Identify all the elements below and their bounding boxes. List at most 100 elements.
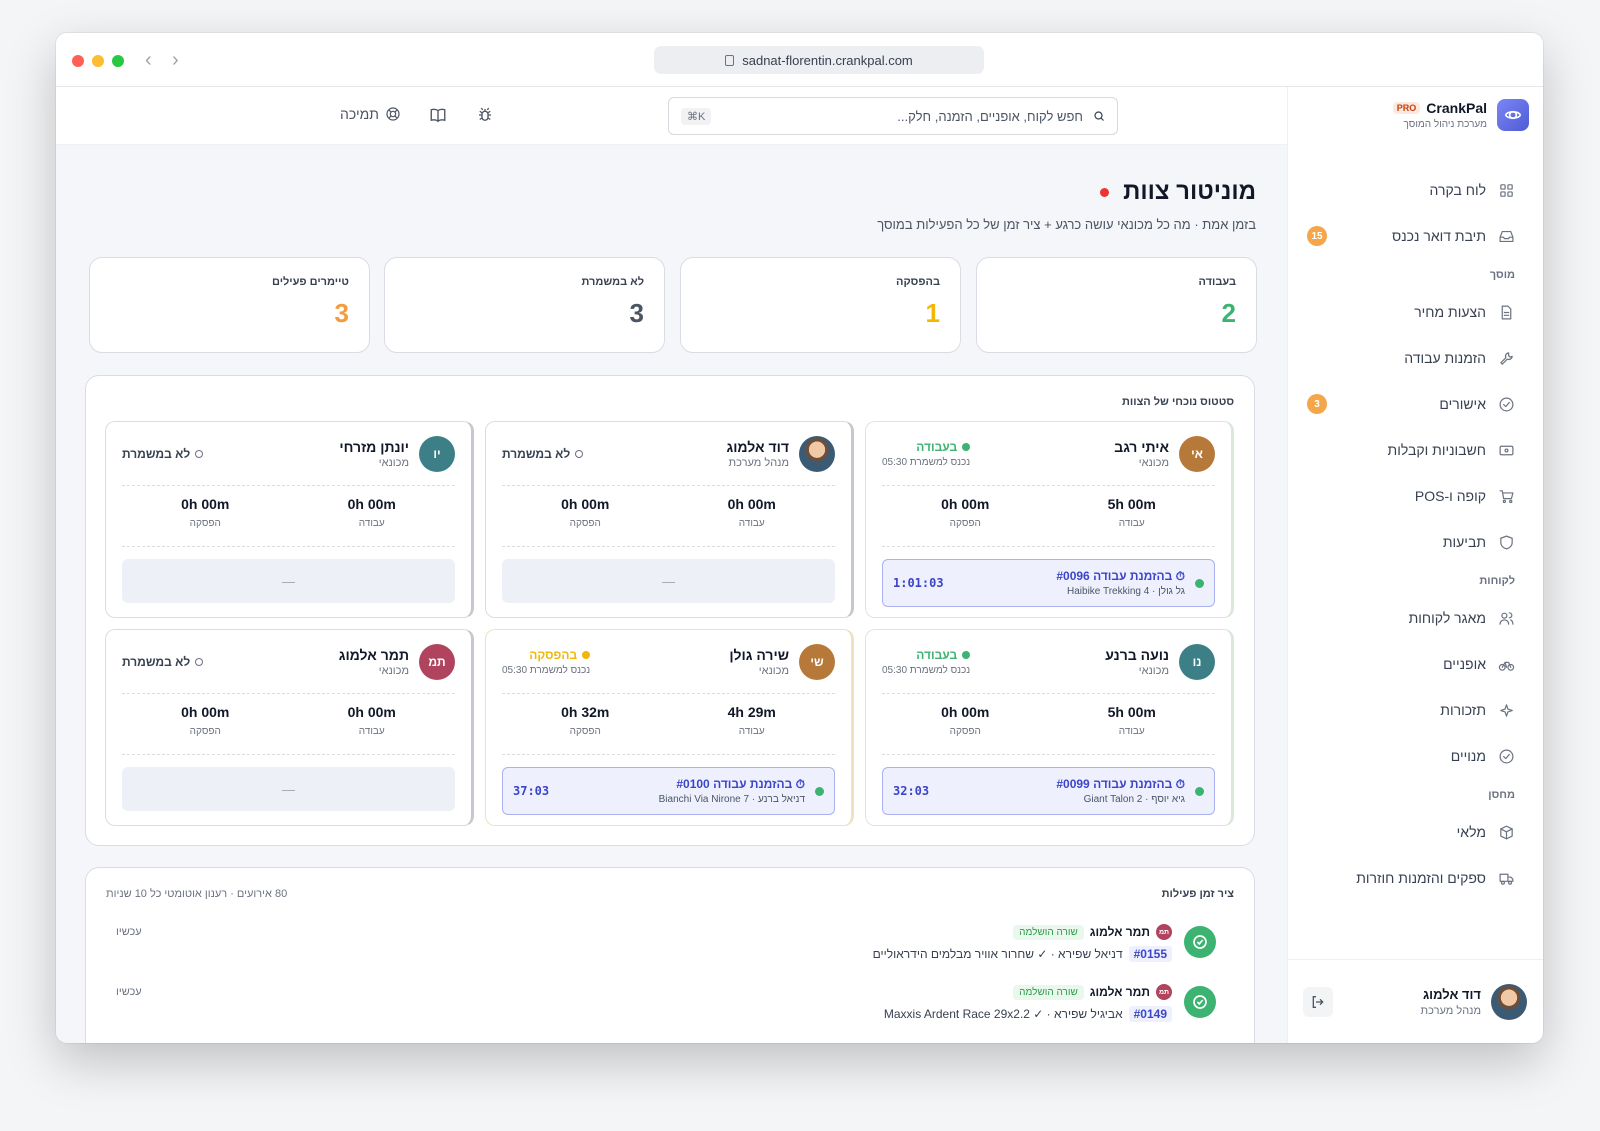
crew-name: יונתן מזרחי [339,439,409,455]
logout-button[interactable] [1303,987,1333,1017]
crew-role: מנהל מערכת [728,457,789,469]
page-title: מוניטור צוות [1123,178,1256,205]
sidebar-item[interactable]: תיבת דואר נכנס 15 [1287,213,1543,259]
break-label: הפסקה [189,518,221,529]
brand[interactable]: CrankPal PRO מערכת ניהול המוסך [1392,99,1529,131]
timeline-event[interactable]: תמ תמר אלמוג שורה הושלמה #0155 דניאל שפירא ·… [116,924,1216,976]
timer-running-icon [1195,786,1204,796]
check-circle-icon [1499,749,1514,763]
timeline-event[interactable]: תמ תמר אלמוג שורה הושלמה #0149 אביגיל שפירא … [116,984,1216,1036]
minimize-window-button[interactable] [92,55,104,67]
sidebar-item-label: אופניים [1443,656,1486,672]
timer-icon: ⏱ [1172,569,1185,583]
sidebar-item-label: ספקים והזמנות חוזרות [1356,870,1486,886]
crew-name: שירה גולן [729,647,789,663]
crew-role: מכונאי [1138,457,1169,469]
status-badge: לא במשמרת [122,655,191,669]
user-profile[interactable]: דוד אלמוג מנהל מערכת [1287,959,1543,1043]
sidebar: CrankPal PRO מערכת ניהול המוסך לוח בקרה תי… [1287,87,1543,1043]
sidebar-item-label: הזמנות עבודה [1404,350,1486,366]
pro-badge: PRO [1392,102,1421,114]
page-subtitle: בזמן אמת · מה כל מכונאי עושה כרגע + ציר … [877,217,1256,232]
search-input[interactable]: חפש לקוח, אופניים, הזמנה, חלק... ⌘K [668,97,1118,135]
active-job[interactable]: ⏱ בהזמנת עבודה #0099 גיא יוסף · Giant Tal… [882,767,1215,815]
stat-value: 1 [925,298,940,328]
no-job-placeholder: — [122,559,455,603]
stat-value: 2 [1221,298,1236,328]
status-dot-icon [195,450,204,458]
sidebar-item[interactable]: אופניים [1287,641,1543,687]
sidebar-item[interactable]: מנויים [1287,733,1543,779]
sidebar-item-label: תזכורות [1440,702,1486,718]
sidebar-item[interactable]: תביעות [1287,519,1543,565]
break-time: 0h 00m [181,704,230,720]
panel-title: סטטוס נוכחי של הצוות [1122,396,1234,408]
timer-icon: ⏱ [1172,777,1185,791]
sidebar-item[interactable]: הצעות מחיר [1287,289,1543,335]
status-badge: לא במשמרת [122,447,191,461]
work-order-link[interactable]: #0155 [1128,946,1172,962]
book-icon [430,108,446,123]
work-label: עבודה [738,518,765,529]
address-bar[interactable]: sadnat-florentin.crankpal.com [654,46,984,74]
sidebar-item[interactable]: הזמנות עבודה [1287,335,1543,381]
status-badge: בהפסקה [529,648,578,662]
timer-icon: ⏱ [792,777,805,791]
sidebar-item[interactable]: מלאי [1287,809,1543,855]
timeline-meta: 80 אירועים · רענון אוטומטי כל 10 שניות [106,888,288,900]
brand-subtitle: מערכת ניהול המוסך [1403,119,1487,130]
sidebar-item[interactable]: אישורים 3 [1287,381,1543,427]
active-job[interactable]: ⏱ בהזמנת עבודה #0096 גל גולן · Haibike Tr… [882,559,1215,607]
work-order-link[interactable]: #0149 [1128,1006,1172,1022]
no-job-placeholder: — [122,767,455,811]
break-time: 0h 00m [941,704,990,720]
live-indicator-icon [1100,187,1110,197]
logout-icon [1312,996,1324,1008]
stat-label: טיימרים פעילים [272,276,349,288]
sidebar-item[interactable]: לוח בקרה [1287,167,1543,213]
break-label: הפסקה [569,726,601,737]
timer-running-icon [815,786,824,796]
forward-icon[interactable]: › [172,50,179,70]
avatar [1491,983,1527,1020]
stat-card-break: בהפסקה 1 [680,257,961,353]
stat-card-working: בעבודה 2 [976,257,1257,353]
nav-section-label: מחסן [1488,789,1515,801]
back-icon[interactable]: ‹ [145,50,152,70]
job-timer: 1:01:03 [893,576,944,590]
close-window-button[interactable] [72,55,84,67]
maximize-window-button[interactable] [112,55,124,67]
sidebar-item[interactable]: ספקים והזמנות חוזרות [1287,855,1543,901]
docs-button[interactable] [429,106,447,124]
stat-value: 3 [629,298,644,328]
topbar: חפש לקוח, אופניים, הזמנה, חלק... ⌘K תמיכ… [56,87,1287,145]
work-label: עבודה [1118,726,1145,737]
stat-card-active-timers: טיימרים פעילים 3 [89,257,370,353]
crew-card[interactable]: שי שירה גולן מכונאי בהפסקה נכנס למשמרת 05:30… [485,629,854,826]
crew-card[interactable]: יו יונתן מזרחי מכונאי לא במשמרת 0h 00m עבודה 0… [105,421,474,618]
crew-card[interactable]: דוד אלמוג מנהל מערכת לא במשמרת 0h 00m עבודה 0… [485,421,854,618]
status-badge: בעבודה [916,440,958,454]
bug-report-button[interactable] [476,106,494,124]
active-job[interactable]: ⏱ בהזמנת עבודה #0100 דניאל ברנע · Bianchi… [502,767,835,815]
sidebar-item-label: מנויים [1450,748,1486,764]
work-time: 0h 00m [727,496,776,512]
event-type-badge: שורה הושלמה [1013,984,1084,1000]
avatar: תמ [1156,984,1172,1000]
support-label: תמיכה [340,106,379,122]
sidebar-item[interactable]: חשבוניות וקבלות [1287,427,1543,473]
support-button[interactable]: תמיכה [340,106,401,122]
receipt-icon [1499,445,1514,455]
crew-card[interactable]: אי איתי רגב מכונאי בעבודה נכנס למשמרת 05:30 5… [865,421,1234,618]
sidebar-item[interactable]: תזכורות [1287,687,1543,733]
sidebar-item[interactable]: מאגר לקוחות [1287,595,1543,641]
crew-card[interactable]: נו נועה ברנע מכונאי בעבודה נכנס למשמרת 05:30… [865,629,1234,826]
job-subtitle: גל גולן · Haibike Trekking 4 [1067,586,1185,597]
break-label: הפסקה [569,518,601,529]
crew-card[interactable]: תמ תמר אלמוג מכונאי לא במשמרת 0h 00m עבודה 0h … [105,629,474,826]
work-time: 5h 00m [1107,704,1156,720]
event-actor: תמר אלמוג [1089,925,1150,939]
bug-icon [479,107,491,121]
document-icon [1501,305,1512,319]
sidebar-item[interactable]: קופה ו-POS [1287,473,1543,519]
